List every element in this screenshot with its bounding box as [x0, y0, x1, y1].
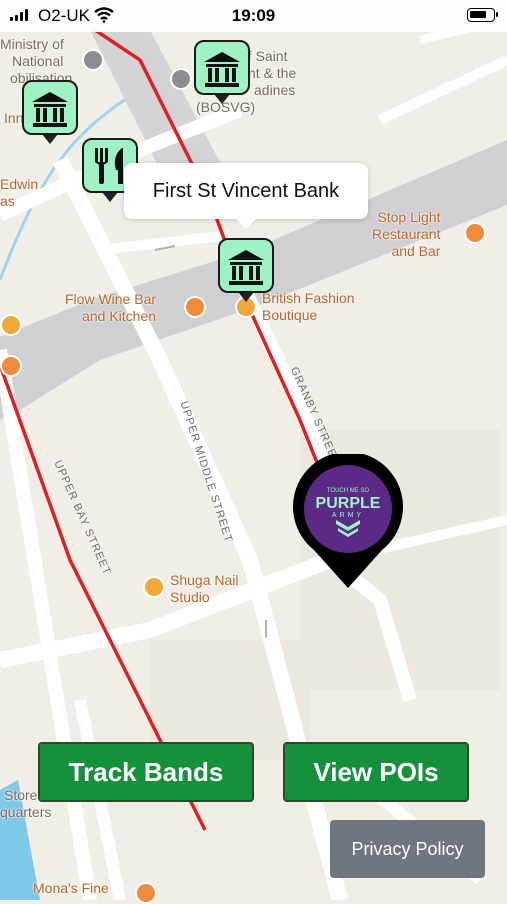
battery-icon [467, 8, 498, 22]
bank-marker[interactable] [194, 40, 250, 104]
purple-army-marker[interactable]: TOUCH ME SO PURPLE ARMY [292, 451, 404, 590]
place-label-edwin: Edwin as [0, 176, 39, 209]
shop-poi-icon [0, 314, 22, 336]
place-label-stop-light: Stop Light Restaurant and Bar [372, 209, 441, 259]
place-label-shuga-nail: Shuga Nail Studio [170, 572, 239, 605]
restaurant-poi-icon [464, 222, 486, 244]
place-label-monas: Mona's Fine [33, 880, 109, 896]
privacy-policy-button[interactable]: Privacy Policy [330, 820, 485, 878]
clock: 19:09 [231, 6, 276, 25]
restaurant-poi-icon [184, 296, 206, 318]
callout-title: First St Vincent Bank [152, 179, 340, 202]
place-label-british-fashion: British Fashion Boutique [262, 290, 355, 323]
svg-text:TOUCH ME SO: TOUCH ME SO [327, 488, 370, 494]
track-bands-button[interactable]: Track Bands [38, 742, 254, 802]
place-label-inn: Inn [4, 110, 24, 126]
marker-callout[interactable]: First St Vincent Bank [124, 163, 368, 229]
view-pois-button[interactable]: View POIs [283, 742, 469, 802]
bank-marker[interactable] [22, 80, 78, 144]
status-bar: O2-UK 19:09 [0, 0, 507, 32]
svg-text:ARMY: ARMY [332, 512, 364, 519]
bank-marker[interactable] [218, 238, 274, 302]
shop-poi-icon [0, 355, 22, 377]
restaurant-poi-icon [135, 882, 157, 904]
svg-text:PURPLE: PURPLE [316, 495, 381, 512]
government-icon [82, 49, 104, 71]
salon-poi-icon [143, 576, 165, 598]
bank-poi-icon [170, 68, 192, 90]
place-label-flow-wine: Flow Wine Bar and Kitchen [65, 291, 157, 324]
